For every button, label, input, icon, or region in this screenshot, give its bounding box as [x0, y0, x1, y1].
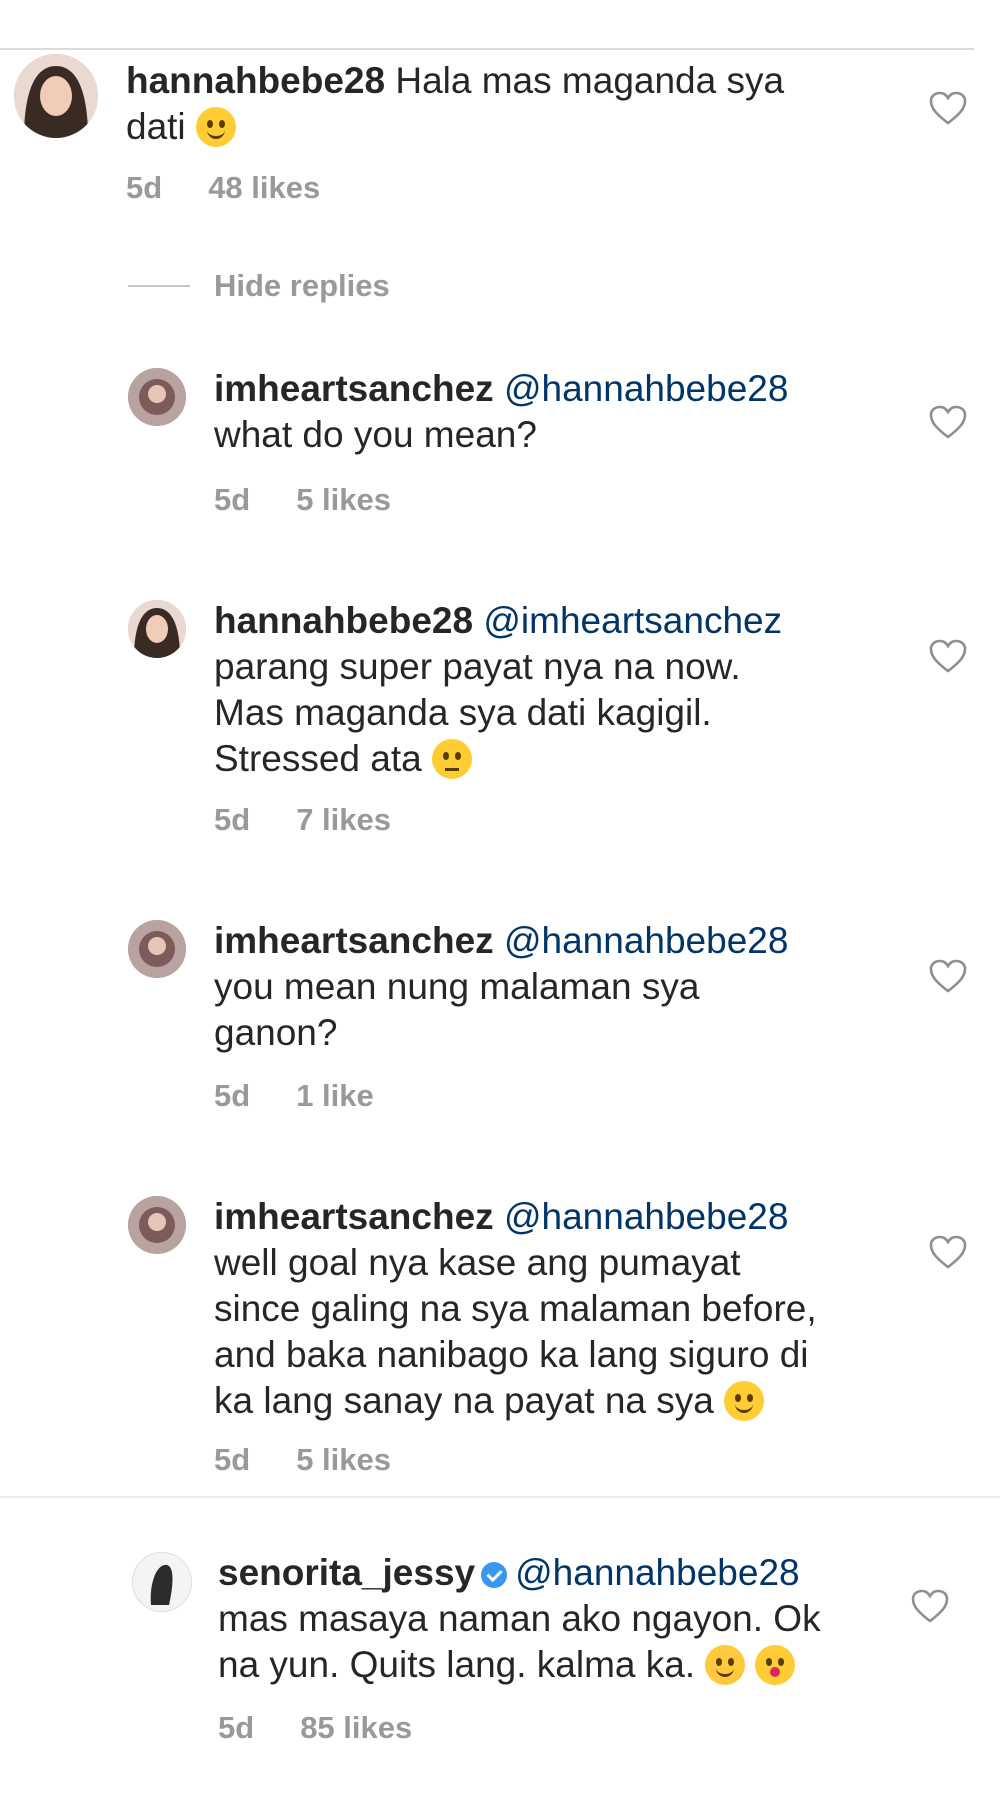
comment-text-line: what do you mean?	[214, 414, 537, 455]
comment-mention[interactable]: @hannahbebe28	[504, 1196, 789, 1237]
comment-username[interactable]: senorita_jessy	[218, 1552, 475, 1593]
comment-mention[interactable]: @hannahbebe28	[515, 1552, 800, 1593]
hide-replies-divider	[128, 285, 190, 287]
comment-likes[interactable]: 5 likes	[296, 1442, 391, 1478]
comment-mention[interactable]: @imheartsanchez	[483, 600, 782, 641]
hide-replies-button[interactable]: Hide replies	[128, 268, 390, 304]
comment-text-line: and baka nanibago ka lang siguro di	[214, 1334, 809, 1375]
heart-icon[interactable]	[928, 638, 968, 674]
comment-text-line: Hala mas maganda sya	[395, 60, 785, 101]
top-divider	[0, 48, 974, 50]
comment-likes[interactable]: 85 likes	[300, 1710, 412, 1746]
comment-likes[interactable]: 5 likes	[296, 482, 391, 518]
avatar-imheartsanchez[interactable]	[128, 368, 186, 426]
comment-text-line: Stressed ata	[214, 738, 422, 779]
thinking-face-icon	[431, 739, 472, 779]
comment-text-line: since galing na sya malaman before,	[214, 1288, 817, 1329]
avatar-imheartsanchez[interactable]	[128, 1196, 186, 1254]
comment-time: 5d	[214, 1078, 251, 1113]
comment-text-line: dati	[126, 106, 186, 147]
comment-username[interactable]: imheartsanchez	[214, 1196, 494, 1237]
comment-meta: 5d 48 likes	[126, 170, 320, 206]
comment-text-line: na yun. Quits lang. kalma ka.	[218, 1644, 696, 1685]
comment-body: imheartsanchez @hannahbebe28 well goal n…	[214, 1194, 817, 1424]
avatar-senorita-jessy[interactable]	[132, 1552, 192, 1612]
comment-body: hannahbebe28 @imheartsanchez parang supe…	[214, 598, 782, 782]
comment-time: 5d	[218, 1710, 255, 1745]
heart-icon[interactable]	[928, 404, 968, 440]
comment-meta: 5d 5 likes	[214, 1442, 391, 1478]
smiley-icon	[195, 107, 236, 147]
comment-body: senorita_jessy @hannahbebe28 mas masaya n…	[218, 1550, 821, 1688]
comment-time: 5d	[126, 170, 163, 205]
comment-time: 5d	[214, 1442, 251, 1477]
heart-icon[interactable]	[928, 90, 968, 126]
hugging-face-icon	[705, 1645, 746, 1685]
avatar-hannahbebe28[interactable]	[14, 54, 98, 138]
comment-text-line: ka lang sanay na payat na sya	[214, 1380, 714, 1421]
comment-meta: 5d 5 likes	[214, 482, 391, 518]
comment-likes[interactable]: 7 likes	[296, 802, 391, 838]
comment-username[interactable]: imheartsanchez	[214, 920, 494, 961]
hide-replies-label: Hide replies	[214, 268, 390, 303]
comment-meta: 5d 7 likes	[214, 802, 391, 838]
section-divider	[0, 1496, 1000, 1498]
comment-text-line: ganon?	[214, 1012, 338, 1053]
comment-meta: 5d 85 likes	[218, 1710, 412, 1746]
heart-icon[interactable]	[928, 958, 968, 994]
comment-body: hannahbebe28 Hala mas maganda sya dati	[126, 58, 784, 150]
comment-text-line: you mean nung malaman sya	[214, 966, 700, 1007]
heart-icon[interactable]	[910, 1588, 950, 1624]
avatar-hannahbebe28[interactable]	[128, 600, 186, 658]
comment-body: imheartsanchez @hannahbebe28 what do you…	[214, 366, 788, 458]
comment-text-line: Mas maganda sya dati kagigil.	[214, 692, 712, 733]
comment-body: imheartsanchez @hannahbebe28 you mean nu…	[214, 918, 788, 1056]
comment-mention[interactable]: @hannahbebe28	[504, 920, 789, 961]
comment-time: 5d	[214, 802, 251, 837]
comment-text-line: mas masaya naman ako ngayon. Ok	[218, 1598, 821, 1639]
comment-mention[interactable]: @hannahbebe28	[504, 368, 789, 409]
verified-badge-icon	[481, 1562, 508, 1588]
comment-text-line: parang super payat nya na now.	[214, 646, 741, 687]
comment-username[interactable]: hannahbebe28	[126, 60, 385, 101]
comment-likes[interactable]: 1 like	[296, 1078, 374, 1114]
kissing-face-icon	[755, 1645, 796, 1685]
avatar-imheartsanchez[interactable]	[128, 920, 186, 978]
comment-username[interactable]: imheartsanchez	[214, 368, 494, 409]
comment-text-line: well goal nya kase ang pumayat	[214, 1242, 741, 1283]
comment-time: 5d	[214, 482, 251, 517]
comment-meta: 5d 1 like	[214, 1078, 374, 1114]
heart-icon[interactable]	[928, 1234, 968, 1270]
comment-username[interactable]: hannahbebe28	[214, 600, 473, 641]
smiley-icon	[723, 1381, 764, 1421]
comment-likes[interactable]: 48 likes	[208, 170, 320, 206]
